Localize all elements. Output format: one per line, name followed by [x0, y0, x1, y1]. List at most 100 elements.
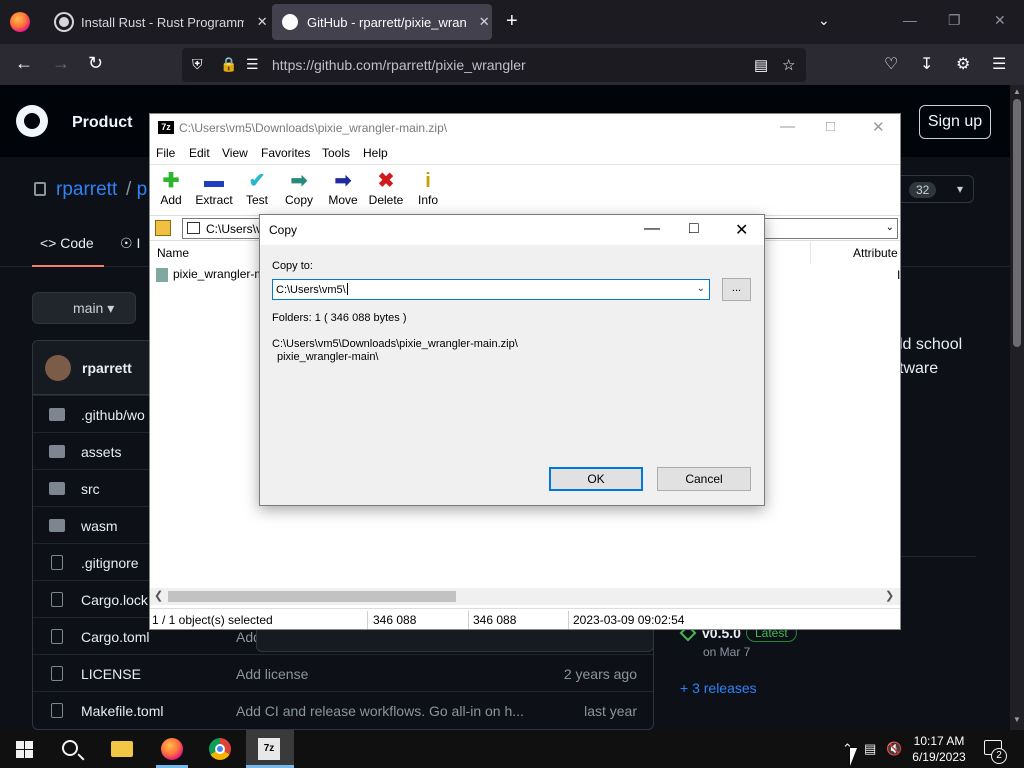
firefox-logo-icon[interactable] [10, 12, 30, 32]
close-icon[interactable]: ✕ [872, 118, 885, 136]
browse-button[interactable]: ... [722, 278, 751, 301]
permissions-icon[interactable]: ☰ [246, 56, 259, 73]
file-name[interactable]: .gitignore [81, 555, 139, 571]
extensions-icon[interactable]: ⚙ [956, 54, 970, 74]
chrome-taskbar-icon[interactable] [209, 738, 231, 760]
sign-up-button[interactable]: Sign up [919, 105, 991, 139]
scrollbar-thumb[interactable] [1013, 99, 1021, 347]
menu-favorites[interactable]: Favorites [261, 146, 310, 160]
list-all-tabs-icon[interactable]: ⌄ [818, 12, 830, 29]
about-text: ld school tware [899, 333, 962, 381]
maximize-icon[interactable]: □ [826, 118, 835, 135]
volume-muted-icon[interactable]: 🔇 [886, 741, 902, 757]
scroll-right-icon[interactable]: ❯ [885, 589, 894, 602]
releases-link[interactable]: + 3 releases [680, 680, 757, 696]
minimize-icon[interactable]: — [903, 12, 917, 28]
address-text[interactable]: C:\Users\v [206, 222, 266, 236]
ok-button[interactable]: OK [549, 467, 643, 491]
file-name[interactable]: Cargo.toml [81, 629, 149, 645]
chevron-down-icon[interactable]: ⌄ [886, 222, 894, 233]
close-icon[interactable]: ✕ [735, 220, 748, 240]
file-name[interactable]: Makefile.toml [81, 703, 163, 719]
scroll-left-icon[interactable]: ❮ [154, 589, 163, 602]
minimize-icon[interactable]: — [644, 220, 660, 238]
tab-close-icon[interactable]: ✕ [254, 14, 270, 30]
branch-selector[interactable]: main ▾ [32, 292, 136, 324]
menu-icon[interactable]: ☰ [992, 54, 1006, 74]
cancel-button[interactable]: Cancel [657, 467, 751, 491]
tab-close-icon[interactable]: ✕ [476, 14, 492, 30]
column-name[interactable]: Name [157, 246, 189, 260]
clock[interactable]: 10:17 AM 6/19/2023 [906, 733, 972, 765]
dialog-title-bar[interactable]: Copy — □ ✕ [260, 215, 764, 245]
reader-view-icon[interactable]: ▤ [754, 56, 768, 74]
horizontal-scrollbar[interactable]: ❮ ❯ [150, 588, 900, 605]
url-text[interactable]: https://github.com/rparrett/pixie_wrangl… [272, 57, 526, 73]
file-name[interactable]: Cargo.lock [81, 592, 148, 608]
file-name[interactable]: wasm [81, 518, 118, 534]
tab-issues[interactable]: ☉ I [120, 235, 140, 252]
close-window-icon[interactable]: ✕ [994, 12, 1006, 29]
tab-install-rust[interactable]: Install Rust - Rust Programming Language… [42, 0, 270, 44]
star-button[interactable]: 32 ▾ [894, 175, 974, 203]
page-scrollbar[interactable]: ▲ ▼ [1010, 85, 1024, 730]
list-item[interactable]: pixie_wrangler-m I [156, 267, 900, 282]
menu-file[interactable]: File [156, 146, 175, 160]
firefox-taskbar-icon[interactable] [161, 738, 183, 760]
copy-to-path-value[interactable]: C:\Users\vm5\ [276, 283, 348, 296]
new-tab-button[interactable]: + [506, 10, 518, 33]
file-explorer-icon[interactable] [111, 741, 133, 757]
copy-button[interactable]: ➡ Copy [274, 169, 324, 207]
url-bar[interactable]: ⛨ 🔒 ☰ https://github.com/rparrett/pixie_… [182, 48, 806, 82]
reload-icon[interactable]: ↻ [88, 53, 103, 74]
menu-view[interactable]: View [222, 146, 248, 160]
7zip-title-bar[interactable]: 7z C:\Users\vm5\Downloads\pixie_wrangler… [150, 114, 900, 142]
bookmark-star-icon[interactable]: ☆ [782, 56, 795, 74]
menu-tools[interactable]: Tools [322, 146, 350, 160]
copy-to-path-input[interactable]: C:\Users\vm5\ ⌄ [272, 279, 710, 300]
column-divider[interactable] [810, 242, 811, 264]
repo-name-link[interactable]: / p [126, 179, 147, 201]
tab-code[interactable]: <> Code [32, 235, 104, 267]
scroll-down-icon[interactable]: ▼ [1013, 715, 1021, 724]
start-button[interactable] [16, 741, 33, 758]
file-name[interactable]: .github/wo [81, 407, 145, 423]
menu-help[interactable]: Help [363, 146, 388, 160]
search-icon[interactable] [62, 740, 78, 756]
info-button[interactable]: i Info [403, 169, 453, 207]
chevron-down-icon[interactable]: ⌄ [697, 283, 705, 294]
commit-author[interactable]: rparrett [82, 360, 132, 376]
chevron-down-icon[interactable]: ▾ [957, 182, 963, 196]
file-name[interactable]: LICENSE [81, 666, 141, 682]
scrollbar-thumb[interactable] [168, 591, 456, 602]
shield-icon[interactable]: ⛨ [192, 56, 203, 73]
product-menu[interactable]: Product [72, 114, 132, 132]
copy-dialog: Copy — □ ✕ Copy to: C:\Users\vm5\ ⌄ ... … [259, 214, 765, 506]
forward-icon[interactable]: → [52, 53, 70, 74]
restore-icon[interactable]: ❐ [948, 12, 961, 29]
minimize-icon[interactable]: — [780, 118, 795, 135]
column-attributes[interactable]: Attribute [853, 246, 898, 260]
folder-up-icon[interactable] [155, 220, 171, 236]
table-row[interactable]: LICENSE Add license 2 years ago [33, 654, 653, 691]
downloads-icon[interactable]: ↧ [920, 54, 933, 74]
github-logo-icon[interactable] [16, 105, 48, 137]
back-icon[interactable]: ← [15, 53, 33, 74]
avatar[interactable] [45, 355, 71, 381]
file-name[interactable]: assets [81, 444, 121, 460]
maximize-icon[interactable]: □ [689, 220, 699, 238]
tab-github-pixie-wrangler[interactable]: GitHub - rparrett/pixie_wrangler ✕ [272, 4, 492, 40]
pocket-icon[interactable]: ♡ [884, 54, 898, 74]
file-icon [51, 592, 63, 607]
repo-owner-link[interactable]: rparrett [56, 179, 117, 201]
scroll-up-icon[interactable]: ▲ [1013, 87, 1021, 96]
file-commit-message[interactable]: Add CI and release workflows. Go all-in … [236, 703, 524, 719]
lock-icon[interactable]: 🔒 [220, 56, 237, 73]
file-name[interactable]: src [81, 481, 100, 497]
network-icon[interactable]: ▤ [864, 741, 876, 757]
7zip-taskbar-icon[interactable]: 7z [258, 738, 280, 760]
status-size: 346 088 [373, 613, 417, 627]
menu-edit[interactable]: Edit [189, 146, 210, 160]
table-row[interactable]: Makefile.toml Add CI and release workflow… [33, 691, 653, 728]
file-commit-message[interactable]: Add license [236, 666, 308, 682]
